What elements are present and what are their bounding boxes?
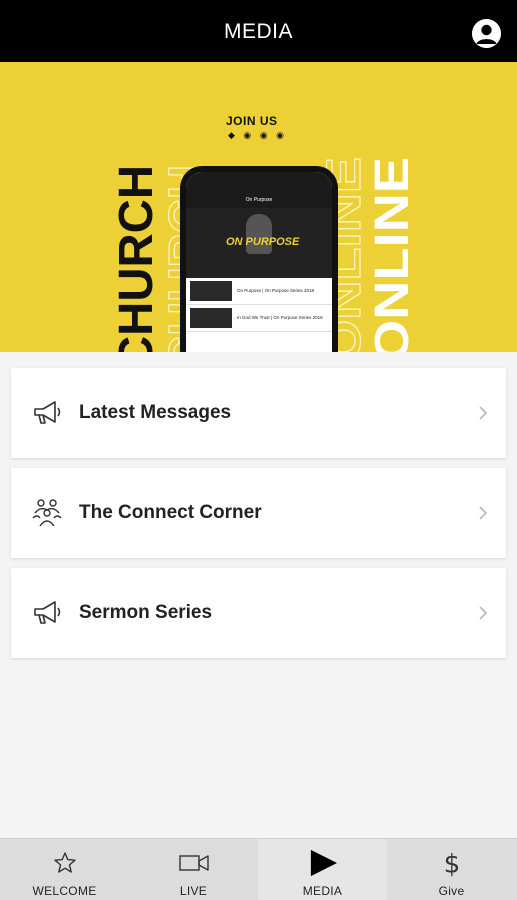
tab-media[interactable]: MEDIA bbox=[258, 839, 387, 900]
phone-status-bar bbox=[186, 172, 332, 194]
tab-label: WELCOME bbox=[32, 884, 97, 898]
phone-thumbnail bbox=[190, 308, 232, 328]
tab-live[interactable]: LIVE bbox=[129, 839, 258, 900]
megaphone-icon bbox=[34, 401, 61, 424]
megaphone-icon bbox=[34, 601, 61, 624]
profile-icon[interactable] bbox=[472, 19, 501, 48]
menu-item-sermon-series[interactable]: Sermon Series bbox=[11, 568, 506, 658]
phone-thumbnail bbox=[190, 281, 232, 301]
dollar-icon: $ bbox=[443, 849, 460, 877]
tab-give[interactable]: $ Give bbox=[387, 839, 516, 900]
menu-item-connect-corner[interactable]: The Connect Corner bbox=[11, 468, 506, 558]
chevron-right-icon bbox=[479, 606, 488, 620]
phone-mockup: On Purpose ON PURPOSE On Purpose | On Pu… bbox=[180, 166, 338, 352]
phone-hero: ON PURPOSE bbox=[186, 208, 332, 278]
phone-hero-title: ON PURPOSE bbox=[226, 236, 300, 248]
phone-app-title: On Purpose bbox=[186, 194, 332, 208]
menu-item-label: The Connect Corner bbox=[79, 502, 262, 523]
phone-list-item: On Purpose | On Purpose Series 2018 bbox=[186, 278, 332, 305]
phone-list-item: In God We Trust | On Purpose Series 2018 bbox=[186, 305, 332, 332]
menu-item-label: Sermon Series bbox=[79, 602, 213, 623]
top-bar: MEDIA bbox=[0, 0, 517, 62]
menu-item-latest-messages[interactable]: Latest Messages bbox=[11, 368, 506, 458]
tab-label: Give bbox=[438, 884, 465, 898]
speaker-image bbox=[246, 214, 272, 254]
play-icon bbox=[310, 849, 337, 877]
bottom-tab-bar: WELCOME LIVE MEDIA $ Give bbox=[0, 838, 517, 900]
group-icon bbox=[32, 499, 62, 527]
phone-screen: On Purpose ON PURPOSE On Purpose | On Pu… bbox=[186, 172, 332, 352]
video-camera-icon bbox=[178, 855, 209, 871]
phone-item-text: On Purpose | On Purpose Series 2018 bbox=[237, 288, 314, 294]
star-icon bbox=[53, 852, 76, 873]
chevron-right-icon bbox=[479, 406, 488, 420]
church-online-banner: CHURCH CHURCH JOIN US ◆ ◉ ◉ ◉ ONLINE ONL… bbox=[0, 62, 517, 352]
svg-text:CHURCH: CHURCH bbox=[112, 165, 163, 352]
social-icons: ◆ ◉ ◉ ◉ bbox=[228, 130, 287, 140]
chevron-right-icon bbox=[479, 506, 488, 520]
phone-item-text: In God We Trust | On Purpose Series 2018 bbox=[237, 315, 323, 321]
page-title: MEDIA bbox=[223, 20, 293, 43]
join-us-text: JOIN US bbox=[226, 114, 278, 128]
tab-label: MEDIA bbox=[302, 884, 343, 898]
tab-label: LIVE bbox=[179, 884, 208, 898]
tab-welcome[interactable]: WELCOME bbox=[0, 839, 129, 900]
svg-text:ONLINE: ONLINE bbox=[366, 157, 412, 352]
menu-item-label: Latest Messages bbox=[79, 402, 232, 423]
svg-text:$: $ bbox=[443, 849, 460, 877]
